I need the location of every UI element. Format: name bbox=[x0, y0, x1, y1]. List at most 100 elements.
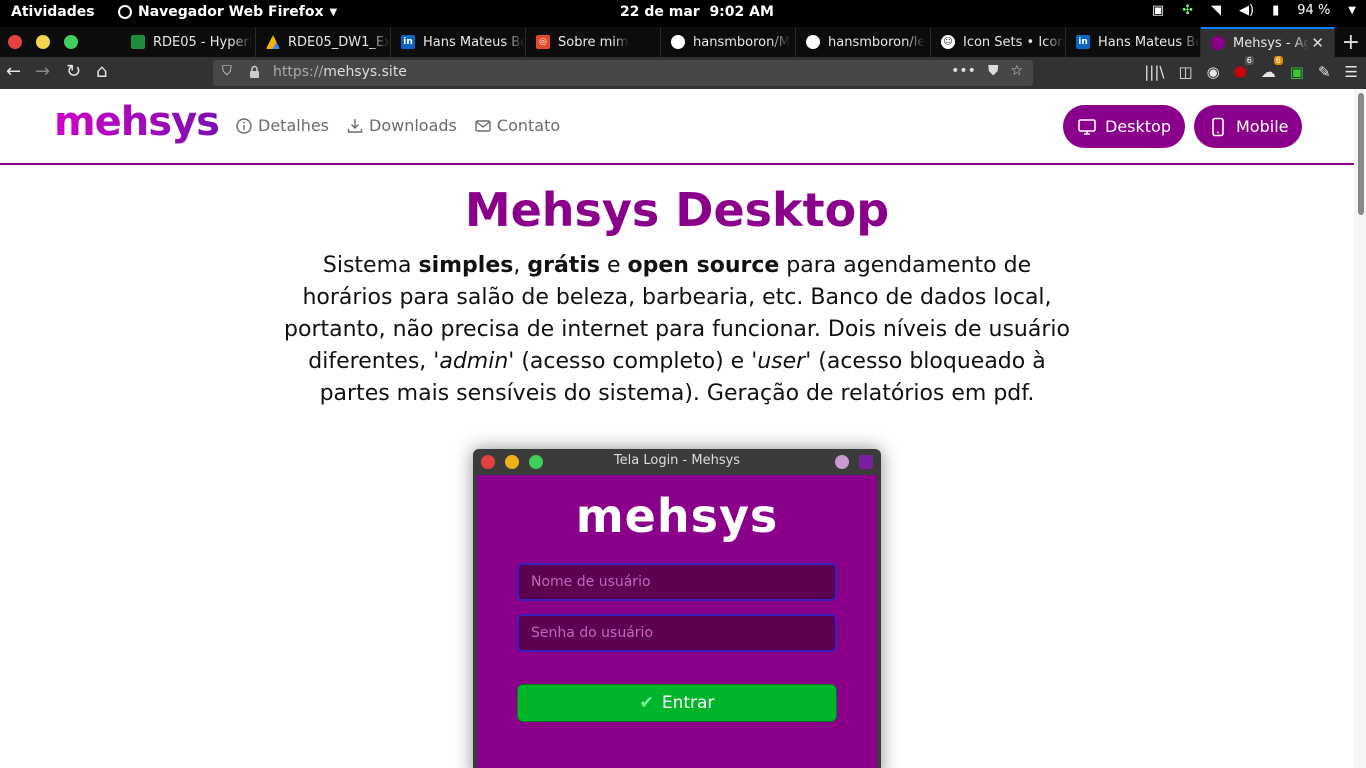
window-minimize-button[interactable] bbox=[36, 35, 50, 49]
nav-contato[interactable]: Contato bbox=[475, 116, 560, 135]
nav-detalhes[interactable]: Detalhes bbox=[236, 116, 329, 135]
library-icon[interactable]: |||\ bbox=[1144, 63, 1164, 81]
tab-title: Sobre mim bbox=[558, 34, 629, 50]
screen-icon: ▣ bbox=[1151, 3, 1165, 18]
url-bar[interactable]: ⛉ https://mehsys.site ••• ⛊ ☆ bbox=[213, 60, 1033, 86]
nav-downloads[interactable]: Downloads bbox=[347, 116, 457, 135]
tab-title: Icon Sets • Icon bbox=[963, 34, 1065, 50]
url-text[interactable]: https://mehsys.site bbox=[273, 64, 407, 80]
extension-green-icon[interactable]: ▣ bbox=[1290, 63, 1304, 81]
back-icon[interactable]: ← bbox=[6, 61, 21, 82]
tab-2[interactable]: RDE05_DW1_Ex bbox=[256, 27, 391, 57]
check-icon: ✔ bbox=[639, 693, 654, 713]
tab-6[interactable]: hansmboron/le bbox=[796, 27, 931, 57]
desc-part: (acesso completo) e bbox=[514, 349, 752, 374]
clock-date: 22 de mar bbox=[620, 4, 700, 20]
toolbar-right: |||\ ◫ ◉ ⬟ 6 ☁ 6 ▣ ✎ ☰ bbox=[1144, 56, 1358, 81]
mail-icon bbox=[475, 119, 491, 132]
new-tab-button[interactable]: + bbox=[1342, 30, 1360, 55]
site-icon: ◎ bbox=[536, 35, 550, 49]
mock-username-field: Nome de usuário bbox=[517, 563, 837, 601]
tab-title: hansmboron/le bbox=[828, 34, 926, 50]
tab-8[interactable]: in Hans Mateus Bo bbox=[1066, 27, 1201, 57]
tracking-shield-icon[interactable]: ⛉ bbox=[222, 64, 232, 79]
window-close-button[interactable] bbox=[8, 35, 22, 49]
mock-window-title: Tela Login - Mehsys bbox=[613, 453, 741, 468]
battery-icon: ▮ bbox=[1272, 3, 1280, 18]
app-menu[interactable]: Navegador Web Firefox ▼ bbox=[118, 4, 337, 20]
nav-label: Downloads bbox=[369, 116, 457, 135]
ublock-badge: 6 bbox=[1244, 56, 1254, 65]
tab-9-active[interactable]: Mehsys - Ag ✕ bbox=[1201, 27, 1335, 57]
mock-password-field: Senha do usuário bbox=[517, 614, 837, 652]
site-nav: Detalhes Downloads Contato bbox=[236, 116, 560, 135]
tab-4[interactable]: ◎ Sobre mim bbox=[526, 27, 661, 57]
tab-5[interactable]: hansmboron/M bbox=[661, 27, 796, 57]
network-share-icon: ✣ bbox=[1182, 3, 1194, 18]
volume-icon: ◀) bbox=[1239, 3, 1255, 18]
url-protocol: https:// bbox=[273, 64, 324, 80]
tab-3[interactable]: in Hans Mateus Bo bbox=[391, 27, 526, 57]
clock-time: 9:02 AM bbox=[709, 4, 774, 20]
mock-extra-dot bbox=[835, 455, 849, 469]
nav-label: Detalhes bbox=[258, 116, 330, 135]
battery-percent: 94 % bbox=[1297, 3, 1331, 18]
page-actions-icon[interactable]: ••• bbox=[951, 63, 976, 79]
tab-7[interactable]: ☺ Icon Sets • Icon bbox=[931, 27, 1066, 57]
desktop-button[interactable]: Desktop bbox=[1063, 105, 1185, 148]
home-icon[interactable]: ⌂ bbox=[96, 61, 107, 82]
wifi-icon: ◥ bbox=[1211, 3, 1222, 18]
extension-badge: 6 bbox=[1273, 56, 1283, 65]
page-content: mehsys Detalhes Downloads Contato Deskto… bbox=[0, 89, 1366, 768]
account-icon[interactable]: ◉ bbox=[1207, 63, 1220, 81]
linkedin-icon: in bbox=[1076, 35, 1090, 49]
desc-italic-admin: 'admin' bbox=[433, 349, 515, 374]
system-tray[interactable]: ▣ ✣ ◥ ◀) ▮ 94 % ▼ bbox=[1152, 3, 1356, 18]
pen-icon[interactable]: ✎ bbox=[1318, 63, 1331, 81]
info-icon bbox=[236, 117, 252, 134]
desc-bold-simples: simples bbox=[418, 253, 514, 278]
tab-title: Hans Mateus Bo bbox=[1098, 34, 1200, 50]
menu-icon[interactable]: ☰ bbox=[1345, 63, 1358, 81]
extension-icon[interactable]: ☁ 6 bbox=[1261, 56, 1283, 81]
nav-toolbar: ← → ↻ ⌂ ⛉ https://mehsys.site ••• ⛊ ☆ ||… bbox=[0, 56, 1366, 89]
ublock-icon[interactable]: ⬟ 6 bbox=[1234, 56, 1254, 81]
scrollbar-thumb[interactable] bbox=[1358, 93, 1364, 215]
bookmark-star-icon[interactable]: ☆ bbox=[1010, 63, 1023, 79]
tab-1[interactable]: RDE05 - Hyperl bbox=[121, 27, 256, 57]
forward-icon[interactable]: → bbox=[35, 61, 50, 82]
tab-title: Mehsys - Ag bbox=[1233, 35, 1309, 51]
desc-part: , bbox=[513, 253, 528, 278]
desc-bold-open-source: open source bbox=[627, 253, 780, 278]
github-icon bbox=[806, 35, 820, 49]
sidebar-icon[interactable]: ◫ bbox=[1178, 63, 1192, 81]
url-domain: mehsys.site bbox=[323, 64, 407, 80]
tab-title: RDE05 - Hyperl bbox=[153, 34, 253, 50]
page-scrollbar[interactable] bbox=[1354, 89, 1366, 768]
mobile-button[interactable]: Mobile bbox=[1194, 105, 1303, 148]
site-logo[interactable]: mehsys bbox=[54, 99, 220, 145]
tab-title: RDE05_DW1_Ex bbox=[288, 34, 390, 50]
github-icon bbox=[671, 35, 685, 49]
download-icon bbox=[347, 118, 363, 133]
window-maximize-button[interactable] bbox=[64, 35, 78, 49]
lock-icon[interactable] bbox=[249, 65, 260, 78]
mobile-button-label: Mobile bbox=[1236, 117, 1289, 136]
reload-icon[interactable]: ↻ bbox=[66, 61, 81, 82]
pocket-icon[interactable]: ⛊ bbox=[988, 63, 999, 79]
tab-title: Hans Mateus Bo bbox=[423, 34, 525, 50]
tab-title: hansmboron/M bbox=[693, 34, 790, 50]
desc-part: Sistema bbox=[322, 253, 419, 278]
mehsys-icon bbox=[1211, 36, 1225, 50]
site-header: mehsys Detalhes Downloads Contato Deskto… bbox=[0, 89, 1354, 165]
hero-description: Sistema simples, grátis e open source pa… bbox=[283, 250, 1071, 410]
monitor-icon bbox=[1078, 118, 1096, 135]
firefox-icon bbox=[118, 5, 132, 19]
app-menu-label: Navegador Web Firefox bbox=[138, 4, 324, 20]
linkedin-icon: in bbox=[401, 35, 415, 49]
login-screenshot: Tela Login - Mehsys mehsys Nome de usuár… bbox=[473, 449, 881, 768]
clock[interactable]: 22 de mar 9:02 AM bbox=[620, 4, 774, 20]
close-tab-icon[interactable]: ✕ bbox=[1311, 34, 1324, 52]
activities-button[interactable]: Atividades bbox=[11, 4, 95, 20]
mock-submit-button: ✔ Entrar bbox=[517, 684, 837, 722]
